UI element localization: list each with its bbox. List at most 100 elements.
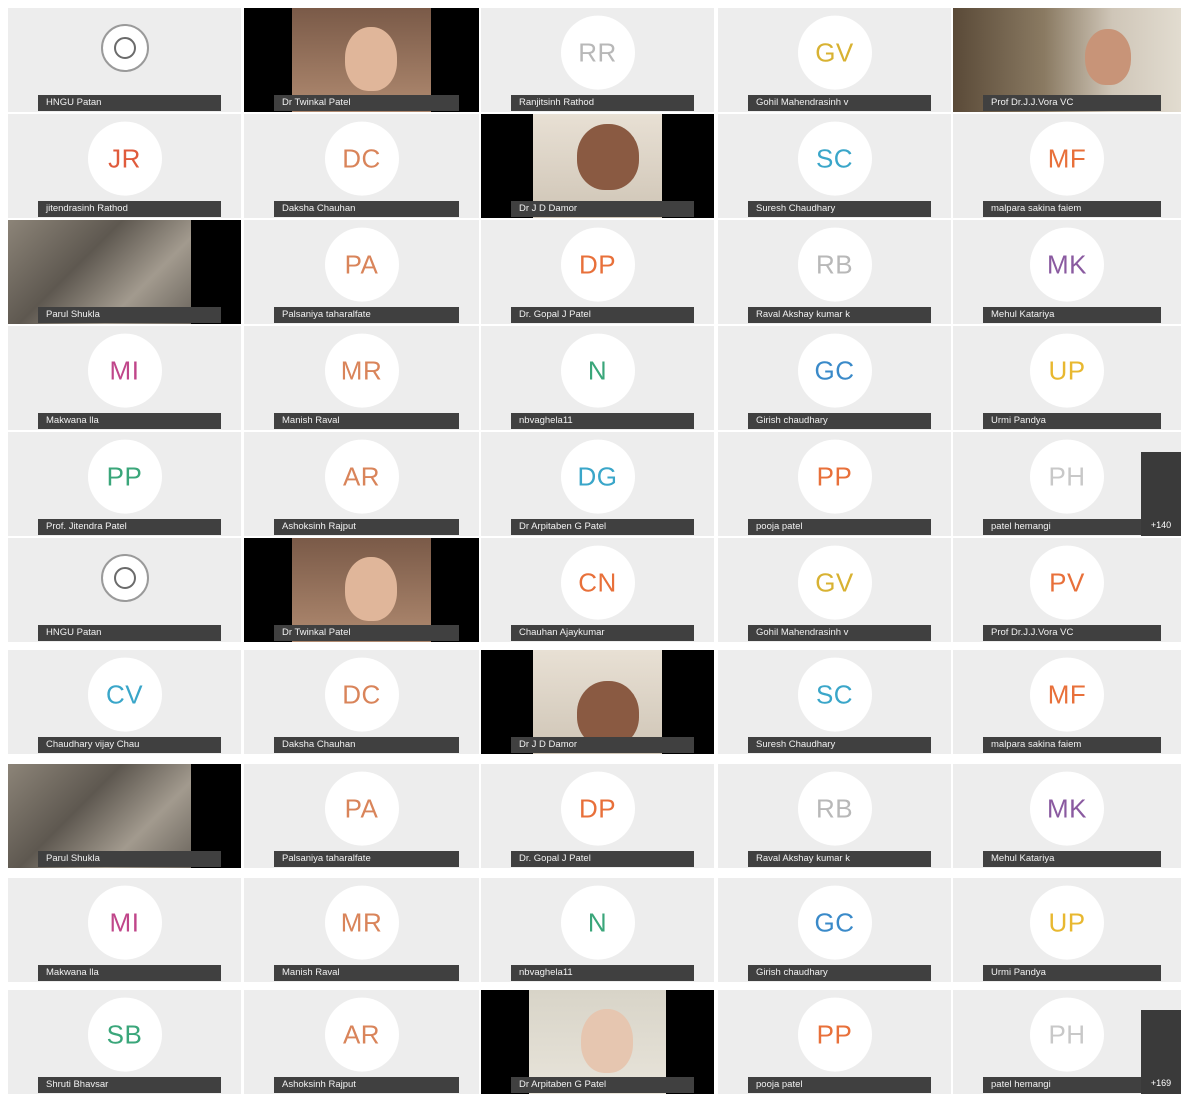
participant-tile-daksha-chauhan[interactable]: DC Daksha Chauhan <box>244 114 479 218</box>
participant-name-label: Urmi Pandya <box>983 965 1161 981</box>
participant-tile-malpara-sakina-faiem[interactable]: MF malpara sakina faiem <box>953 650 1181 754</box>
participant-name-label: pooja patel <box>748 1077 931 1093</box>
participant-name-label: Prof Dr.J.J.Vora VC <box>983 95 1161 111</box>
participant-tile-ashoksinh-rajput[interactable]: AR Ashoksinh Rajput <box>244 432 479 536</box>
more-participants-button[interactable]: +169 <box>1141 1010 1181 1094</box>
participant-tile-pooja-patel[interactable]: PP pooja patel <box>718 990 951 1094</box>
participant-tile-hngu-patan[interactable]: HNGU Patan <box>8 538 241 642</box>
participant-tile-pooja-patel[interactable]: PP pooja patel <box>718 432 951 536</box>
participant-tile-urmi-pandya[interactable]: UP Urmi Pandya <box>953 326 1181 430</box>
participant-name-label: Dr Arpitaben G Patel <box>511 1077 694 1093</box>
participant-name-label: jitendrasinh Rathod <box>38 201 221 217</box>
participant-tile-raval-akshay-kumar-k[interactable]: RB Raval Akshay kumar k <box>718 764 951 868</box>
participant-avatar-initials: MF <box>1030 657 1104 732</box>
participant-avatar-initials: PP <box>797 997 872 1072</box>
participant-tile-gohil-mahendrasinh-v[interactable]: GV Gohil Mahendrasinh v <box>718 538 951 642</box>
participant-tile-girish-chaudhary[interactable]: GC Girish chaudhary <box>718 878 951 982</box>
participant-tile-manish-raval[interactable]: MR Manish Raval <box>244 878 479 982</box>
participant-name-label: malpara sakina faiem <box>983 201 1161 217</box>
participant-tile-prof-dr-j-j-vora-vc[interactable]: Prof Dr.J.J.Vora VC <box>953 8 1181 112</box>
participant-face <box>344 556 397 621</box>
participant-tile-urmi-pandya[interactable]: UP Urmi Pandya <box>953 878 1181 982</box>
participant-avatar-initials: PP <box>87 439 162 514</box>
participant-tile-makwana-lla[interactable]: MI Makwana lla <box>8 878 241 982</box>
participant-tile-mehul-katariya[interactable]: MK Mehul Katariya <box>953 220 1181 324</box>
participant-tile-manish-raval[interactable]: MR Manish Raval <box>244 326 479 430</box>
participant-avatar-initials: AR <box>324 997 399 1072</box>
participant-avatar-initials: MK <box>1030 227 1104 302</box>
participant-avatar-initials: MF <box>1030 121 1104 196</box>
participant-avatar-initials: N <box>560 885 635 960</box>
participant-tile-dr-twinkal-patel[interactable]: Dr Twinkal Patel <box>244 538 479 642</box>
participant-avatar-initials: DC <box>324 121 399 196</box>
participant-tile-nbvaghela11[interactable]: Nnbvaghela11 <box>481 878 714 982</box>
participant-tile-suresh-chaudhary[interactable]: SC Suresh Chaudhary <box>718 114 951 218</box>
participant-avatar-initials: DC <box>324 657 399 732</box>
participant-tile-dr-twinkal-patel[interactable]: Dr Twinkal Patel <box>244 8 479 112</box>
participant-avatar-initials: GC <box>797 333 872 408</box>
participant-tile-suresh-chaudhary[interactable]: SC Suresh Chaudhary <box>718 650 951 754</box>
participant-avatar-initials: MR <box>324 885 399 960</box>
participant-tile-nbvaghela11[interactable]: Nnbvaghela11 <box>481 326 714 430</box>
participant-name-label: Gohil Mahendrasinh v <box>748 625 931 641</box>
participant-tile-dr-j-d-damor[interactable]: Dr J D Damor <box>481 114 714 218</box>
participant-name-label: HNGU Patan <box>38 95 221 111</box>
participant-avatar-initials: PH <box>1030 439 1104 514</box>
more-participants-button[interactable]: +140 <box>1141 452 1181 536</box>
participant-avatar-initials: MR <box>324 333 399 408</box>
participant-avatar-initials: N <box>560 333 635 408</box>
participant-avatar-initials: GV <box>797 15 872 90</box>
participant-tile-ranjitsinh-rathod[interactable]: RR Ranjitsinh Rathod <box>481 8 714 112</box>
participant-avatar-initials: GC <box>797 885 872 960</box>
participant-tile-makwana-lla[interactable]: MI Makwana lla <box>8 326 241 430</box>
participant-tile-dr-j-d-damor[interactable]: Dr J D Damor <box>481 650 714 754</box>
participant-name-label: Prof Dr.J.J.Vora VC <box>983 625 1161 641</box>
participant-tile-mehul-katariya[interactable]: MK Mehul Katariya <box>953 764 1181 868</box>
participant-tile-malpara-sakina-faiem[interactable]: MF malpara sakina faiem <box>953 114 1181 218</box>
participant-name-label: Girish chaudhary <box>748 413 931 429</box>
participant-name-label: Raval Akshay kumar k <box>748 851 931 867</box>
participant-tile-jitendrasinh-rathod[interactable]: JR jitendrasinh Rathod <box>8 114 241 218</box>
participant-tile-dr-arpitaben-g-patel[interactable]: DG Dr Arpitaben G Patel <box>481 432 714 536</box>
participant-name-label: Palsaniya taharalfate <box>274 307 459 323</box>
participant-tile-shruti-bhavsar[interactable]: SB Shruti Bhavsar <box>8 990 241 1094</box>
participant-name-label: Suresh Chaudhary <box>748 201 931 217</box>
participant-tile-prof-jitendra-patel[interactable]: PP Prof. Jitendra Patel <box>8 432 241 536</box>
participant-tile-gohil-mahendrasinh-v[interactable]: GV Gohil Mahendrasinh v <box>718 8 951 112</box>
participant-tile-chaudhary-vijay-chau[interactable]: CV Chaudhary vijay Chau <box>8 650 241 754</box>
participant-name-label: Suresh Chaudhary <box>748 737 931 753</box>
participant-tile-chauhan-ajaykumar[interactable]: CN Chauhan Ajaykumar <box>481 538 714 642</box>
participant-tile-dr-gopal-j-patel[interactable]: DP Dr. Gopal J Patel <box>481 220 714 324</box>
participant-face <box>344 26 397 91</box>
university-logo-icon <box>100 553 149 602</box>
participant-tile-parul-shukla[interactable]: Parul Shukla <box>8 764 241 868</box>
participant-tile-parul-shukla[interactable]: Parul Shukla <box>8 220 241 324</box>
participant-tile-daksha-chauhan[interactable]: DC Daksha Chauhan <box>244 650 479 754</box>
participant-tile-raval-akshay-kumar-k[interactable]: RB Raval Akshay kumar k <box>718 220 951 324</box>
participant-name-label: Parul Shukla <box>38 851 221 867</box>
participant-avatar-initials: SB <box>87 997 162 1072</box>
participant-name-label: Dr Twinkal Patel <box>274 625 459 641</box>
participant-name-label: Parul Shukla <box>38 307 221 323</box>
participant-tile-ashoksinh-rajput[interactable]: AR Ashoksinh Rajput <box>244 990 479 1094</box>
participant-name-label: Dr Arpitaben G Patel <box>511 519 694 535</box>
participant-name-label: Palsaniya taharalfate <box>274 851 459 867</box>
participant-avatar-initials: PA <box>324 227 399 302</box>
participant-name-label: Ashoksinh Rajput <box>274 1077 459 1093</box>
participant-tile-hngu-patan[interactable]: HNGU Patan <box>8 8 241 112</box>
participant-name-label: Prof. Jitendra Patel <box>38 519 221 535</box>
participant-avatar-initials: RB <box>797 227 872 302</box>
participant-avatar-initials: JR <box>87 121 162 196</box>
participant-name-label: Urmi Pandya <box>983 413 1161 429</box>
participant-name-label: Dr. Gopal J Patel <box>511 307 694 323</box>
participant-avatar-initials: PV <box>1030 545 1104 620</box>
participant-tile-girish-chaudhary[interactable]: GC Girish chaudhary <box>718 326 951 430</box>
participant-name-label: Dr J D Damor <box>511 201 694 217</box>
participant-tile-prof-dr-j-j-vora-vc[interactable]: PV Prof Dr.J.J.Vora VC <box>953 538 1181 642</box>
participant-tile-dr-arpitaben-g-patel[interactable]: Dr Arpitaben G Patel <box>481 990 714 1094</box>
participant-avatar-initials: PA <box>324 771 399 846</box>
participant-tile-palsaniya-taharalfate[interactable]: PA Palsaniya taharalfate <box>244 220 479 324</box>
participant-name-label: Shruti Bhavsar <box>38 1077 221 1093</box>
participant-tile-palsaniya-taharalfate[interactable]: PA Palsaniya taharalfate <box>244 764 479 868</box>
participant-tile-dr-gopal-j-patel[interactable]: DP Dr. Gopal J Patel <box>481 764 714 868</box>
